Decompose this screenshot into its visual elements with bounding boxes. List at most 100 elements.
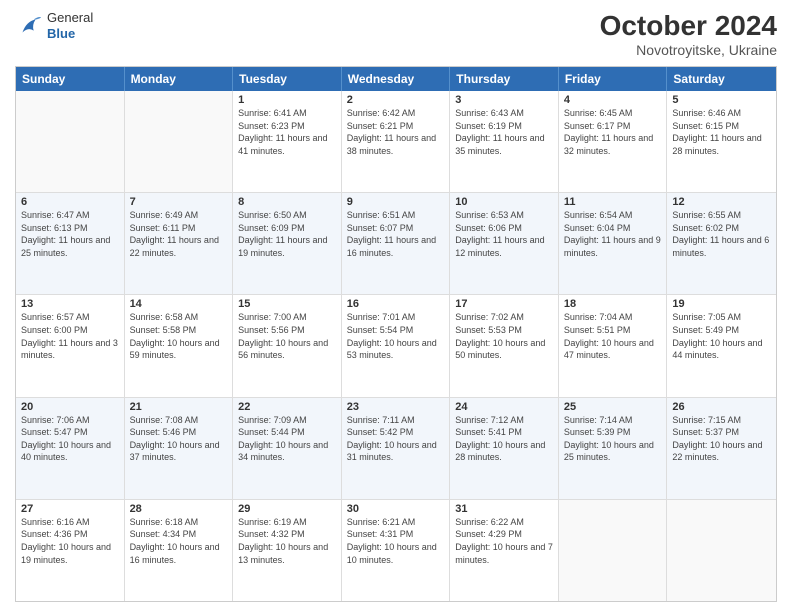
day-cell-21: 21Sunrise: 7:08 AM Sunset: 5:46 PM Dayli… — [125, 398, 234, 499]
day-info: Sunrise: 6:51 AM Sunset: 6:07 PM Dayligh… — [347, 209, 445, 259]
logo: General Blue — [15, 10, 93, 41]
day-info: Sunrise: 6:55 AM Sunset: 6:02 PM Dayligh… — [672, 209, 771, 259]
day-cell-28: 28Sunrise: 6:18 AM Sunset: 4:34 PM Dayli… — [125, 500, 234, 601]
calendar-row-2: 6Sunrise: 6:47 AM Sunset: 6:13 PM Daylig… — [16, 192, 776, 294]
day-info: Sunrise: 7:08 AM Sunset: 5:46 PM Dayligh… — [130, 414, 228, 464]
day-info: Sunrise: 6:50 AM Sunset: 6:09 PM Dayligh… — [238, 209, 336, 259]
day-info: Sunrise: 6:18 AM Sunset: 4:34 PM Dayligh… — [130, 516, 228, 566]
empty-cell — [559, 500, 668, 601]
day-number: 27 — [21, 503, 119, 515]
day-info: Sunrise: 6:53 AM Sunset: 6:06 PM Dayligh… — [455, 209, 553, 259]
empty-cell — [125, 91, 234, 192]
day-number: 21 — [130, 401, 228, 413]
day-number: 3 — [455, 94, 553, 106]
day-info: Sunrise: 6:19 AM Sunset: 4:32 PM Dayligh… — [238, 516, 336, 566]
day-info: Sunrise: 6:45 AM Sunset: 6:17 PM Dayligh… — [564, 107, 662, 157]
day-cell-25: 25Sunrise: 7:14 AM Sunset: 5:39 PM Dayli… — [559, 398, 668, 499]
day-number: 18 — [564, 298, 662, 310]
day-number: 24 — [455, 401, 553, 413]
calendar-row-4: 20Sunrise: 7:06 AM Sunset: 5:47 PM Dayli… — [16, 397, 776, 499]
day-number: 8 — [238, 196, 336, 208]
day-cell-19: 19Sunrise: 7:05 AM Sunset: 5:49 PM Dayli… — [667, 295, 776, 396]
day-info: Sunrise: 6:22 AM Sunset: 4:29 PM Dayligh… — [455, 516, 553, 566]
day-info: Sunrise: 6:47 AM Sunset: 6:13 PM Dayligh… — [21, 209, 119, 259]
day-number: 29 — [238, 503, 336, 515]
day-number: 13 — [21, 298, 119, 310]
day-number: 12 — [672, 196, 771, 208]
day-cell-16: 16Sunrise: 7:01 AM Sunset: 5:54 PM Dayli… — [342, 295, 451, 396]
day-number: 15 — [238, 298, 336, 310]
day-cell-15: 15Sunrise: 7:00 AM Sunset: 5:56 PM Dayli… — [233, 295, 342, 396]
day-info: Sunrise: 7:00 AM Sunset: 5:56 PM Dayligh… — [238, 311, 336, 361]
day-cell-18: 18Sunrise: 7:04 AM Sunset: 5:51 PM Dayli… — [559, 295, 668, 396]
logo-text: General Blue — [47, 10, 93, 41]
day-header-wednesday: Wednesday — [342, 67, 451, 91]
day-cell-22: 22Sunrise: 7:09 AM Sunset: 5:44 PM Dayli… — [233, 398, 342, 499]
day-cell-11: 11Sunrise: 6:54 AM Sunset: 6:04 PM Dayli… — [559, 193, 668, 294]
calendar: SundayMondayTuesdayWednesdayThursdayFrid… — [15, 66, 777, 602]
day-info: Sunrise: 7:01 AM Sunset: 5:54 PM Dayligh… — [347, 311, 445, 361]
logo-general: General — [47, 10, 93, 26]
day-header-sunday: Sunday — [16, 67, 125, 91]
day-cell-3: 3Sunrise: 6:43 AM Sunset: 6:19 PM Daylig… — [450, 91, 559, 192]
day-cell-23: 23Sunrise: 7:11 AM Sunset: 5:42 PM Dayli… — [342, 398, 451, 499]
day-cell-4: 4Sunrise: 6:45 AM Sunset: 6:17 PM Daylig… — [559, 91, 668, 192]
day-info: Sunrise: 7:15 AM Sunset: 5:37 PM Dayligh… — [672, 414, 771, 464]
header: General Blue October 2024 Novotroyitske,… — [15, 10, 777, 58]
location-subtitle: Novotroyitske, Ukraine — [600, 42, 777, 58]
day-info: Sunrise: 7:06 AM Sunset: 5:47 PM Dayligh… — [21, 414, 119, 464]
day-cell-24: 24Sunrise: 7:12 AM Sunset: 5:41 PM Dayli… — [450, 398, 559, 499]
month-year-title: October 2024 — [600, 10, 777, 42]
day-cell-6: 6Sunrise: 6:47 AM Sunset: 6:13 PM Daylig… — [16, 193, 125, 294]
day-cell-2: 2Sunrise: 6:42 AM Sunset: 6:21 PM Daylig… — [342, 91, 451, 192]
title-block: October 2024 Novotroyitske, Ukraine — [600, 10, 777, 58]
day-number: 4 — [564, 94, 662, 106]
day-number: 22 — [238, 401, 336, 413]
day-header-friday: Friday — [559, 67, 668, 91]
day-number: 5 — [672, 94, 771, 106]
calendar-row-5: 27Sunrise: 6:16 AM Sunset: 4:36 PM Dayli… — [16, 499, 776, 601]
day-number: 25 — [564, 401, 662, 413]
day-info: Sunrise: 6:49 AM Sunset: 6:11 PM Dayligh… — [130, 209, 228, 259]
empty-cell — [16, 91, 125, 192]
day-cell-12: 12Sunrise: 6:55 AM Sunset: 6:02 PM Dayli… — [667, 193, 776, 294]
day-cell-10: 10Sunrise: 6:53 AM Sunset: 6:06 PM Dayli… — [450, 193, 559, 294]
day-cell-30: 30Sunrise: 6:21 AM Sunset: 4:31 PM Dayli… — [342, 500, 451, 601]
day-number: 2 — [347, 94, 445, 106]
day-number: 31 — [455, 503, 553, 515]
day-number: 14 — [130, 298, 228, 310]
day-cell-27: 27Sunrise: 6:16 AM Sunset: 4:36 PM Dayli… — [16, 500, 125, 601]
day-number: 6 — [21, 196, 119, 208]
day-info: Sunrise: 7:05 AM Sunset: 5:49 PM Dayligh… — [672, 311, 771, 361]
day-info: Sunrise: 6:57 AM Sunset: 6:00 PM Dayligh… — [21, 311, 119, 361]
day-cell-20: 20Sunrise: 7:06 AM Sunset: 5:47 PM Dayli… — [16, 398, 125, 499]
day-cell-7: 7Sunrise: 6:49 AM Sunset: 6:11 PM Daylig… — [125, 193, 234, 294]
logo-icon — [15, 12, 43, 40]
day-number: 11 — [564, 196, 662, 208]
day-number: 9 — [347, 196, 445, 208]
day-number: 1 — [238, 94, 336, 106]
day-number: 17 — [455, 298, 553, 310]
day-cell-1: 1Sunrise: 6:41 AM Sunset: 6:23 PM Daylig… — [233, 91, 342, 192]
day-cell-5: 5Sunrise: 6:46 AM Sunset: 6:15 PM Daylig… — [667, 91, 776, 192]
day-info: Sunrise: 6:43 AM Sunset: 6:19 PM Dayligh… — [455, 107, 553, 157]
day-cell-14: 14Sunrise: 6:58 AM Sunset: 5:58 PM Dayli… — [125, 295, 234, 396]
day-number: 20 — [21, 401, 119, 413]
day-info: Sunrise: 6:41 AM Sunset: 6:23 PM Dayligh… — [238, 107, 336, 157]
day-cell-13: 13Sunrise: 6:57 AM Sunset: 6:00 PM Dayli… — [16, 295, 125, 396]
day-cell-26: 26Sunrise: 7:15 AM Sunset: 5:37 PM Dayli… — [667, 398, 776, 499]
calendar-row-3: 13Sunrise: 6:57 AM Sunset: 6:00 PM Dayli… — [16, 294, 776, 396]
day-info: Sunrise: 7:04 AM Sunset: 5:51 PM Dayligh… — [564, 311, 662, 361]
day-info: Sunrise: 6:46 AM Sunset: 6:15 PM Dayligh… — [672, 107, 771, 157]
page: General Blue October 2024 Novotroyitske,… — [0, 0, 792, 612]
day-cell-17: 17Sunrise: 7:02 AM Sunset: 5:53 PM Dayli… — [450, 295, 559, 396]
day-info: Sunrise: 7:11 AM Sunset: 5:42 PM Dayligh… — [347, 414, 445, 464]
calendar-header: SundayMondayTuesdayWednesdayThursdayFrid… — [16, 67, 776, 91]
day-header-saturday: Saturday — [667, 67, 776, 91]
day-info: Sunrise: 7:12 AM Sunset: 5:41 PM Dayligh… — [455, 414, 553, 464]
day-header-monday: Monday — [125, 67, 234, 91]
day-number: 10 — [455, 196, 553, 208]
day-cell-9: 9Sunrise: 6:51 AM Sunset: 6:07 PM Daylig… — [342, 193, 451, 294]
day-cell-31: 31Sunrise: 6:22 AM Sunset: 4:29 PM Dayli… — [450, 500, 559, 601]
day-number: 7 — [130, 196, 228, 208]
